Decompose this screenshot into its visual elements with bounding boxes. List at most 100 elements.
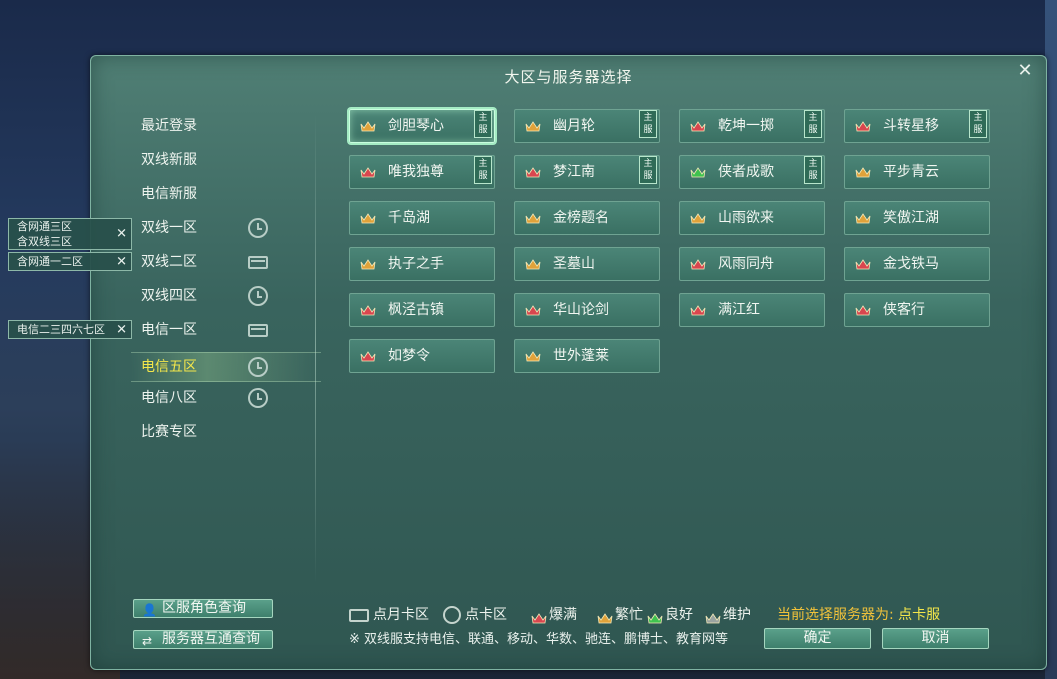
role-query-button[interactable]: 👤 区服角色查询	[133, 599, 273, 618]
server-name: 幽月轮	[553, 110, 595, 142]
region-label: 双线新服	[141, 152, 197, 168]
server-button[interactable]: 山雨欲来	[679, 201, 825, 235]
crown-icon	[597, 610, 613, 621]
region-item[interactable]: 比赛专区	[131, 418, 321, 452]
main-server-badge: 主服	[639, 110, 657, 138]
crown-icon	[360, 213, 376, 224]
region-item[interactable]: 电信一区	[131, 316, 321, 350]
server-name: 梦江南	[553, 156, 595, 188]
role-query-label: 区服角色查询	[162, 600, 246, 617]
interop-query-button[interactable]: ⇄ 服务器互通查询	[133, 630, 273, 649]
main-server-badge: 主服	[474, 156, 492, 184]
cancel-button[interactable]: 取消	[882, 628, 989, 649]
crown-icon	[647, 610, 663, 621]
server-button[interactable]: 金榜题名	[514, 201, 660, 235]
interop-query-label: 服务器互通查询	[162, 631, 260, 648]
current-selection: 当前选择服务器为: 点卡服	[777, 605, 940, 625]
clock-icon	[248, 218, 268, 238]
server-button[interactable]: 风雨同舟	[679, 247, 825, 281]
legend-good: 良好	[647, 605, 693, 625]
dialog-title: 大区与服务器选择	[91, 66, 1046, 87]
region-item[interactable]: 双线一区	[131, 214, 321, 248]
crown-icon	[525, 167, 541, 178]
server-button[interactable]: 笑傲江湖	[844, 201, 990, 235]
server-select-dialog: 大区与服务器选择 ✕ 最近登录双线新服电信新服双线一区双线二区双线四区电信一区电…	[90, 55, 1047, 670]
server-button[interactable]: 乾坤一掷主服	[679, 109, 825, 143]
region-item[interactable]: 双线新服	[131, 146, 321, 180]
server-name: 执子之手	[388, 248, 444, 280]
server-name: 千岛湖	[388, 202, 430, 234]
crown-icon	[855, 121, 871, 132]
region-label: 双线四区	[141, 288, 197, 304]
server-name: 侠客行	[883, 294, 925, 326]
region-item[interactable]: 双线二区	[131, 248, 321, 282]
server-button[interactable]: 圣墓山	[514, 247, 660, 281]
close-button[interactable]: ✕	[1016, 62, 1034, 80]
server-name: 斗转星移	[883, 110, 939, 142]
crown-icon	[690, 305, 706, 316]
server-name: 唯我独尊	[388, 156, 444, 188]
region-item[interactable]: 电信五区	[131, 352, 321, 382]
crown-icon	[525, 351, 541, 362]
region-label: 电信一区	[141, 322, 197, 338]
server-button[interactable]: 世外蓬莱	[514, 339, 660, 373]
crown-icon	[525, 121, 541, 132]
server-button[interactable]: 金戈铁马	[844, 247, 990, 281]
server-button[interactable]: 千岛湖	[349, 201, 495, 235]
server-button[interactable]: 剑胆琴心 主服	[349, 109, 495, 143]
server-button[interactable]: 斗转星移主服	[844, 109, 990, 143]
region-item[interactable]: 最近登录	[131, 112, 321, 146]
crown-icon	[855, 305, 871, 316]
region-item[interactable]: 电信八区	[131, 384, 321, 418]
close-icon[interactable]: ✕	[116, 227, 127, 242]
crown-icon	[690, 259, 706, 270]
server-button[interactable]: 唯我独尊 主服	[349, 155, 495, 189]
crown-icon	[525, 305, 541, 316]
server-button[interactable]: 华山论剑	[514, 293, 660, 327]
server-button[interactable]: 侠客行	[844, 293, 990, 327]
server-button[interactable]: 平步青云	[844, 155, 990, 189]
server-button[interactable]: 梦江南主服	[514, 155, 660, 189]
region-label: 电信八区	[141, 390, 197, 406]
region-label: 电信新服	[141, 186, 197, 202]
server-button[interactable]: 侠者成歌主服	[679, 155, 825, 189]
region-label: 电信五区	[141, 359, 197, 375]
close-icon[interactable]: ✕	[116, 253, 127, 270]
crown-icon	[360, 259, 376, 270]
crown-icon	[360, 121, 376, 132]
merge-tag: 含网通一二区 ✕	[8, 252, 132, 271]
confirm-button[interactable]: 确定	[764, 628, 871, 649]
clock-icon	[248, 286, 268, 306]
main-server-badge: 主服	[474, 110, 492, 138]
server-button[interactable]: 枫泾古镇	[349, 293, 495, 327]
server-name: 如梦令	[388, 340, 430, 372]
server-button[interactable]: 执子之手	[349, 247, 495, 281]
server-name: 乾坤一掷	[718, 110, 774, 142]
crown-icon	[690, 167, 706, 178]
card-icon	[248, 324, 268, 337]
crown-icon	[855, 167, 871, 178]
server-name: 圣墓山	[553, 248, 595, 280]
server-name: 风雨同舟	[718, 248, 774, 280]
legend-clock: 点卡区	[443, 605, 507, 625]
server-button[interactable]: 满江红	[679, 293, 825, 327]
merge-tag-line: 含网通一二区	[17, 253, 109, 270]
region-item[interactable]: 电信新服	[131, 180, 321, 214]
server-name: 枫泾古镇	[388, 294, 444, 326]
legend-card: 点月卡区	[349, 605, 429, 625]
region-item[interactable]: 双线四区	[131, 282, 321, 316]
server-button[interactable]: 幽月轮 主服	[514, 109, 660, 143]
card-icon	[248, 256, 268, 269]
legend-full: 爆满	[531, 605, 577, 625]
server-button[interactable]: 如梦令	[349, 339, 495, 373]
server-name: 山雨欲来	[718, 202, 774, 234]
server-name: 剑胆琴心	[388, 110, 444, 142]
network-note: ※ 双线服支持电信、联通、移动、华数、驰连、鹏博士、教育网等	[349, 630, 728, 650]
current-selection-value: 点卡服	[898, 607, 940, 623]
clock-icon	[443, 606, 461, 624]
crown-icon	[690, 213, 706, 224]
region-label: 双线一区	[141, 220, 197, 236]
close-icon[interactable]: ✕	[116, 321, 127, 338]
merge-tag: 电信二三四六七区 ✕	[8, 320, 132, 339]
server-name: 平步青云	[883, 156, 939, 188]
